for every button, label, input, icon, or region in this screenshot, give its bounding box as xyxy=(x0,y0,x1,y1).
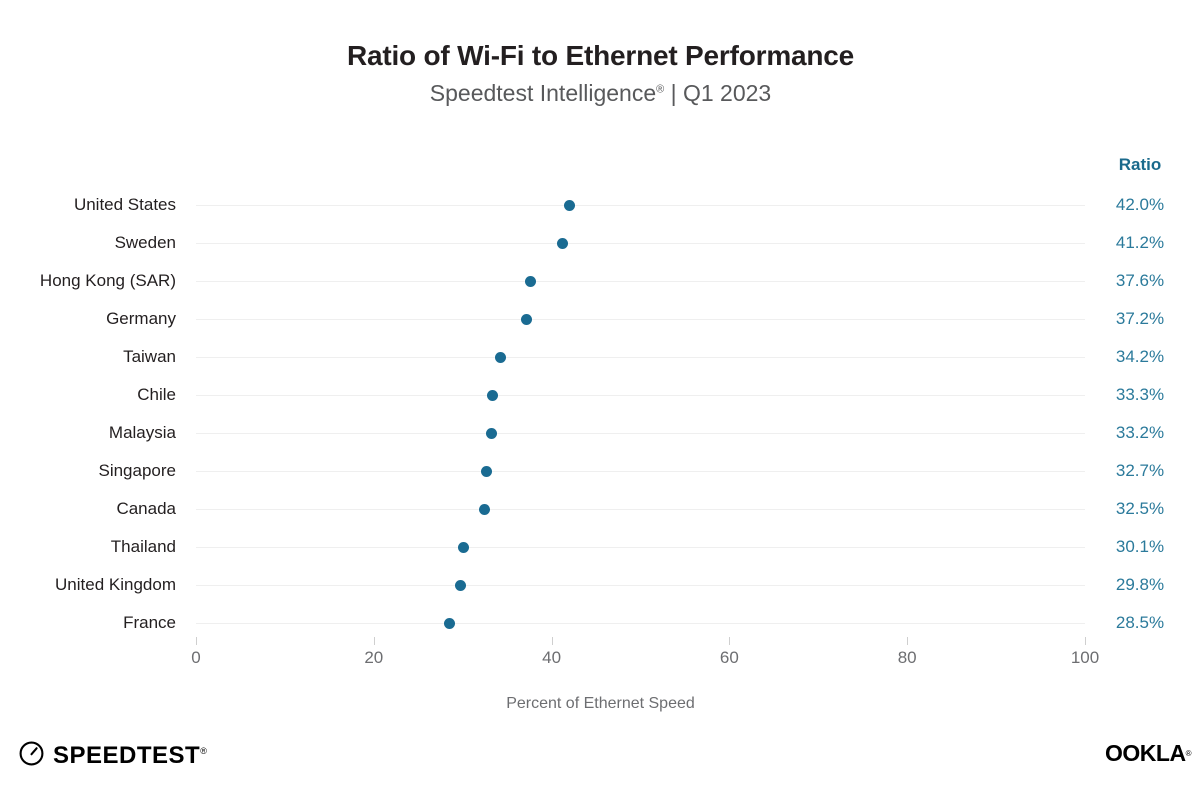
gridline xyxy=(196,471,1085,472)
x-axis-tick-label: 100 xyxy=(1070,648,1100,667)
data-point[interactable] xyxy=(455,579,467,591)
dot-plot: Ratio United States 42.0% Sweden 41.2% Hong … xyxy=(0,0,1201,797)
category-label: United States xyxy=(73,195,176,214)
tick-mark xyxy=(196,637,197,645)
ratio-value: 28.5% xyxy=(1115,613,1165,632)
tick-mark xyxy=(907,637,909,645)
category-label: United Kingdom xyxy=(55,575,176,594)
category-label: Taiwan xyxy=(123,347,176,366)
ratio-value: 32.7% xyxy=(1115,461,1165,480)
ookla-wordmark-part-a: OO xyxy=(1105,740,1140,766)
category-label: Germany xyxy=(106,309,176,328)
ratio-value: 37.6% xyxy=(1115,271,1165,290)
x-axis-title: Percent of Ethernet Speed xyxy=(506,695,695,712)
tick-mark xyxy=(373,637,375,645)
category-label: Sweden xyxy=(114,233,176,252)
ratio-value: 42.0% xyxy=(1115,195,1165,214)
ratio-value: 41.2% xyxy=(1115,233,1165,252)
tick-mark xyxy=(729,637,731,645)
category-label: France xyxy=(123,613,176,632)
ookla-logo: OO K LA ® xyxy=(1105,740,1192,766)
ratio-column-header: Ratio xyxy=(1118,155,1162,174)
data-point[interactable] xyxy=(479,503,491,515)
x-axis-tick-label: 60 xyxy=(719,648,739,667)
gridline xyxy=(196,509,1085,510)
data-point[interactable] xyxy=(521,313,533,325)
tick-mark xyxy=(551,637,553,645)
category-label: Hong Kong (SAR) xyxy=(39,271,176,290)
ratio-value: 29.8% xyxy=(1115,575,1165,594)
x-axis-tick-label: 80 xyxy=(897,648,917,667)
data-point[interactable] xyxy=(563,199,575,211)
x-axis-tick-label: 20 xyxy=(364,648,384,667)
x-axis-tick-label: 0 xyxy=(191,648,201,667)
data-point[interactable] xyxy=(458,541,470,553)
category-label: Canada xyxy=(116,499,176,518)
tick-mark xyxy=(1085,637,1086,645)
ratio-value: 34.2% xyxy=(1115,347,1165,366)
speedtest-trademark-icon: ® xyxy=(200,746,208,756)
gridline xyxy=(196,623,1085,624)
ratio-value: 33.3% xyxy=(1115,385,1165,404)
gridline xyxy=(196,243,1085,244)
ookla-wordmark-part-la: LA xyxy=(1155,740,1186,766)
data-point[interactable] xyxy=(556,237,568,249)
speedtest-logo: SPEEDTEST® xyxy=(18,740,207,772)
chart-footer: SPEEDTEST® OO K LA ® xyxy=(0,730,1201,797)
gridline xyxy=(196,433,1085,434)
data-point[interactable] xyxy=(494,351,506,363)
ratio-value: 32.5% xyxy=(1115,499,1165,518)
ratio-value: 33.2% xyxy=(1115,423,1165,442)
category-label: Singapore xyxy=(98,461,176,480)
ookla-wordmark-part-k: K xyxy=(1139,740,1157,766)
x-axis: 0 20 40 60 80 100 Percent of Ethernet Speed xyxy=(0,637,1201,712)
gridline xyxy=(196,357,1085,358)
speedometer-icon xyxy=(18,740,45,772)
ratio-value: 37.2% xyxy=(1115,309,1165,328)
ratio-value: 30.1% xyxy=(1115,537,1165,556)
data-point[interactable] xyxy=(443,617,455,629)
gridline xyxy=(196,395,1085,396)
gridline xyxy=(196,547,1085,548)
category-label: Malaysia xyxy=(108,423,176,442)
gridline xyxy=(196,281,1085,282)
data-point[interactable] xyxy=(524,275,536,287)
data-point[interactable] xyxy=(486,389,498,401)
category-label: Chile xyxy=(137,385,176,404)
gridline xyxy=(196,205,1085,206)
category-label: Thailand xyxy=(110,537,176,556)
x-axis-tick-label: 40 xyxy=(542,648,562,667)
ookla-trademark-icon: ® xyxy=(1185,748,1192,758)
data-point[interactable] xyxy=(481,465,493,477)
gridline xyxy=(196,319,1085,320)
speedtest-wordmark: SPEEDTEST® xyxy=(53,742,208,769)
gridline xyxy=(196,585,1085,586)
data-point[interactable] xyxy=(485,427,497,439)
